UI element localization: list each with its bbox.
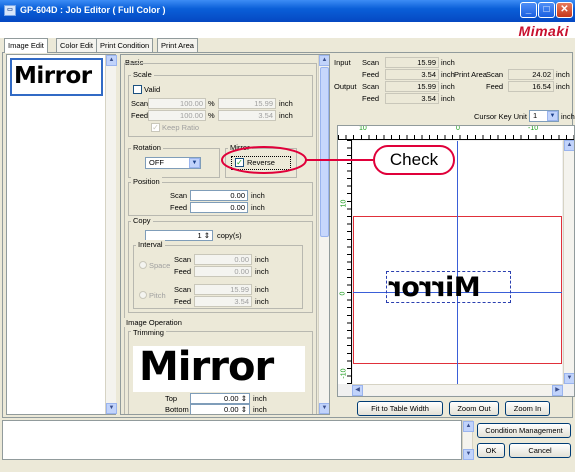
check-callout: Check — [373, 145, 455, 175]
condition-management-button[interactable]: Condition Management — [477, 423, 571, 438]
scroll-up-icon[interactable]: ▲ — [463, 421, 474, 432]
cancel-button[interactable]: Cancel — [509, 443, 571, 458]
check-callout-text: Check — [389, 150, 439, 169]
tab-image-edit[interactable]: Image Edit — [4, 38, 48, 53]
callout-overlay — [221, 146, 373, 174]
message-scrollbar[interactable]: ▲ ▼ — [462, 420, 474, 460]
message-area — [2, 420, 462, 460]
ok-button[interactable]: OK — [477, 443, 505, 458]
scroll-down-icon[interactable]: ▼ — [463, 449, 474, 460]
